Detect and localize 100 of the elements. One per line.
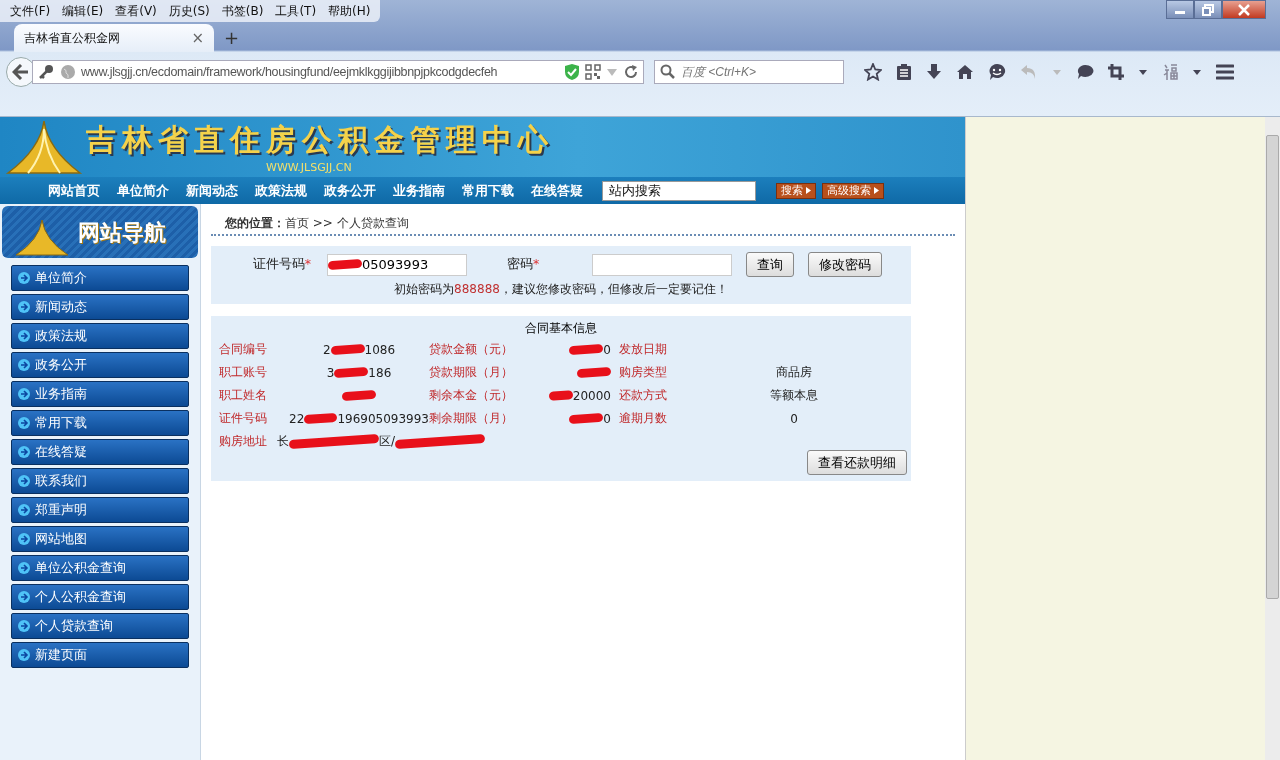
sidebar-item[interactable]: 郑重声明 (11, 497, 189, 523)
redaction-mark (330, 343, 365, 356)
arrow-icon (18, 446, 30, 458)
new-tab-button[interactable]: + (224, 24, 240, 52)
id-number-field[interactable]: 05093993 (327, 253, 467, 276)
reading-list-icon[interactable] (896, 63, 912, 81)
field-value: 等额本息 (770, 387, 818, 404)
reload-icon[interactable] (623, 64, 639, 80)
site-domain: WWW.JLSGJJ.CN (266, 160, 352, 176)
menu-item[interactable]: 工具(T) (269, 0, 323, 22)
field-label: 逾期月数 (619, 410, 668, 427)
field-label: 贷款金额（元） (429, 341, 514, 358)
sidebar-item[interactable]: 新建页面 (11, 642, 189, 668)
crop-icon[interactable] (1108, 64, 1124, 80)
sidebar-item[interactable]: 个人公积金查询 (11, 584, 189, 610)
menu-item[interactable]: 文件(F) (4, 0, 57, 22)
smiley-chat-icon[interactable] (988, 63, 1006, 81)
menu-item[interactable]: 帮助(H) (322, 0, 377, 22)
arrow-icon (18, 475, 30, 487)
sidebar-item[interactable]: 联系我们 (11, 468, 189, 494)
sidebar-title: 网站导航 (78, 219, 166, 247)
query-button[interactable]: 查询 (746, 252, 794, 277)
sidebar-item[interactable]: 个人贷款查询 (11, 613, 189, 639)
sidebar-item[interactable]: 政务公开 (11, 352, 189, 378)
advanced-search-button[interactable]: 高级搜索 (822, 182, 884, 199)
sidebar-item[interactable]: 在线答疑 (11, 439, 189, 465)
caret-icon (806, 187, 811, 194)
nav-link[interactable]: 政策法规 (247, 181, 315, 200)
caret-icon[interactable] (1192, 68, 1202, 76)
nav-link[interactable]: 政务公开 (316, 181, 384, 200)
sidebar-item[interactable]: 政策法规 (11, 323, 189, 349)
field-label: 购房类型 (619, 364, 668, 381)
nav-link[interactable]: 单位简介 (109, 181, 177, 200)
sidebar-item[interactable]: 新闻动态 (11, 294, 189, 320)
caret-icon[interactable] (1138, 68, 1148, 76)
sidebar-item[interactable]: 业务指南 (11, 381, 189, 407)
browser-tab[interactable]: 吉林省直公积金网 × (14, 24, 214, 52)
arrow-icon (18, 504, 30, 516)
field-value: 区/ (379, 433, 396, 450)
arrow-icon (18, 417, 30, 429)
menu-item[interactable]: 书签(B) (215, 0, 270, 22)
search-field[interactable]: 百度 <Ctrl+K> (654, 60, 844, 84)
menu-item[interactable]: 历史(S) (162, 0, 216, 22)
nav-link[interactable]: 在线答疑 (523, 181, 591, 200)
qr-code-icon[interactable] (585, 64, 601, 80)
site-search-field[interactable]: 站内搜索 (602, 180, 756, 201)
home-icon[interactable] (956, 64, 974, 80)
close-icon (1237, 3, 1251, 16)
field-label: 合同编号 (219, 341, 268, 358)
field-value: 2 (322, 342, 331, 357)
address-bar[interactable]: www.jlsgjj.cn/ecdomain/framework/housingfund/eejmklkggijibbnpjpkcodgdecfeh (32, 60, 644, 84)
chat-bubble-icon[interactable] (1076, 64, 1094, 80)
redaction-mark (576, 366, 612, 379)
sidebar-item[interactable]: 网站地图 (11, 526, 189, 552)
password-field[interactable] (592, 253, 732, 276)
field-value: 20000 (572, 388, 611, 403)
redaction-mark (341, 389, 377, 402)
redaction-mark (548, 390, 574, 401)
field-value: 3 (326, 365, 335, 380)
sidebar-item[interactable]: 单位公积金查询 (11, 555, 189, 581)
contract-title: 合同基本信息 (524, 320, 598, 337)
download-icon[interactable] (926, 63, 942, 81)
sidebar-item[interactable]: 常用下载 (11, 410, 189, 436)
field-value: 186 (368, 365, 392, 380)
redaction-mark (334, 366, 369, 379)
arrow-icon (18, 533, 30, 545)
menu-item[interactable]: 编辑(E) (56, 0, 110, 22)
ornament-icon[interactable] (1162, 63, 1178, 81)
restore-button[interactable] (1194, 0, 1222, 19)
nav-link[interactable]: 业务指南 (385, 181, 453, 200)
site-title: 吉林省直住房公积金管理中心 (86, 121, 554, 159)
field-label: 职工姓名 (219, 387, 268, 404)
shield-icon[interactable] (564, 63, 580, 81)
sidebar-item[interactable]: 单位简介 (11, 265, 189, 291)
url-text: www.jlsgjj.cn/ecdomain/framework/housingfund/eejmklkggijibbnpjpkcodgdecfeh (81, 65, 499, 79)
close-icon[interactable]: × (191, 29, 204, 47)
field-value: 196905093993 (337, 411, 429, 426)
field-label: 发放日期 (619, 341, 668, 358)
nav-link[interactable]: 网站首页 (40, 181, 108, 200)
field-label: 贷款期限（月） (429, 364, 514, 381)
redaction-mark (327, 258, 363, 271)
scrollbar[interactable] (1265, 117, 1280, 760)
menu-icon[interactable] (1216, 64, 1234, 80)
id-label: 证件号码* (251, 256, 311, 273)
redaction-mark (569, 343, 604, 356)
tab-title: 吉林省直公积金网 (24, 29, 120, 47)
star-icon[interactable] (864, 63, 882, 81)
menu-item[interactable]: 查看(V) (109, 0, 163, 22)
close-button[interactable] (1222, 0, 1266, 19)
field-value: 0 (790, 411, 798, 426)
nav-link[interactable]: 新闻动态 (178, 181, 246, 200)
field-value: 0 (603, 342, 611, 357)
minimize-button[interactable] (1166, 0, 1194, 19)
field-value: 22 (289, 411, 305, 426)
repayment-detail-button[interactable]: 查看还款明细 (807, 450, 907, 475)
breadcrumb: 您的位置：首页 >> 个人贷款查询 (211, 204, 955, 236)
change-password-button[interactable]: 修改密码 (808, 252, 882, 277)
search-button[interactable]: 搜索 (776, 182, 816, 199)
nav-link[interactable]: 常用下载 (454, 181, 522, 200)
field-value: 0 (603, 411, 611, 426)
